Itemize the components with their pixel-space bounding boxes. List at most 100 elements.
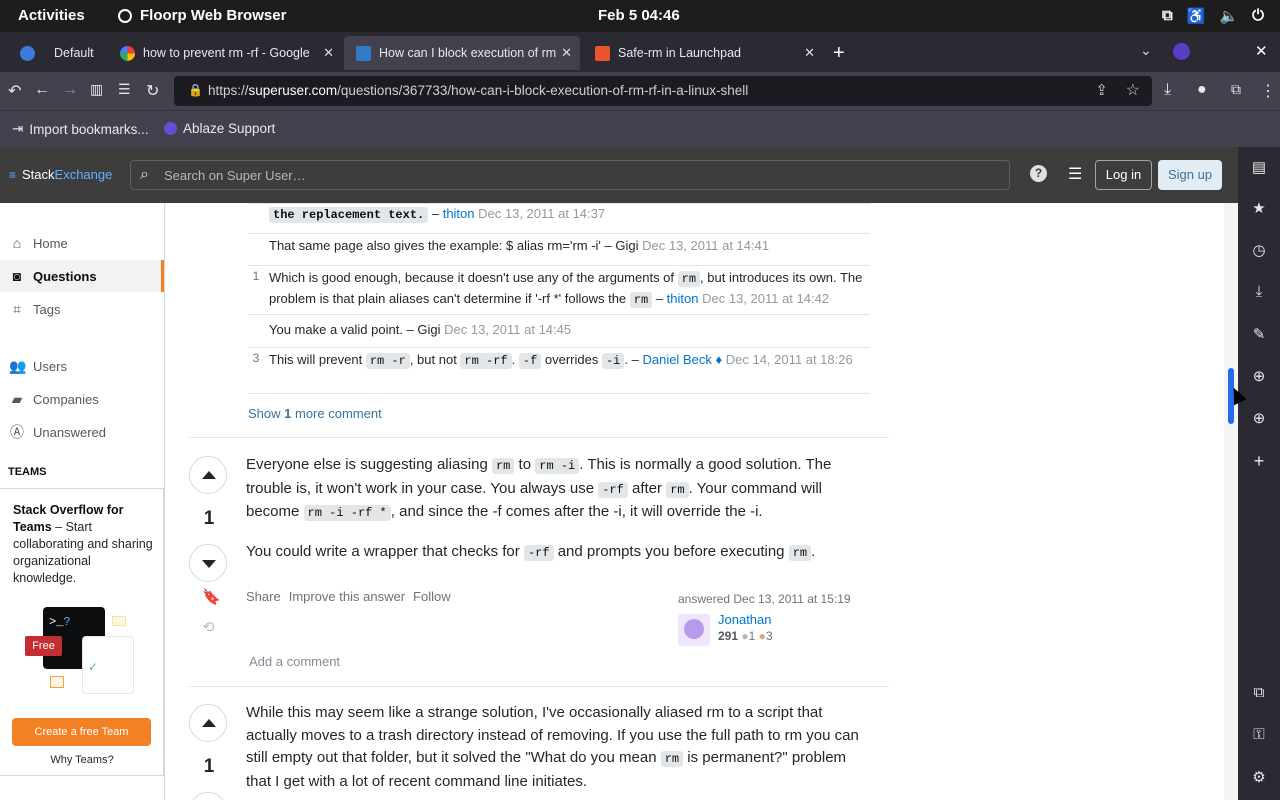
back-arrow-icon[interactable]: ←: [34, 81, 50, 99]
unanswered-icon: Ⓐ: [10, 424, 24, 440]
sidebar-toggle-icon[interactable]: ▥: [90, 81, 103, 98]
panel-add-icon[interactable]: +: [1250, 451, 1268, 471]
menu-kebab-icon[interactable]: ⋮: [1260, 81, 1276, 101]
panel-web-globe-icon-2[interactable]: ⊕: [1250, 409, 1268, 427]
window-close-icon[interactable]: ✕: [1255, 42, 1268, 60]
nav-users[interactable]: 👥 Users: [0, 350, 164, 382]
extensions-icon[interactable]: ⧉: [1231, 81, 1241, 98]
comment-date[interactable]: Dec 13, 2011 at 14:37: [478, 206, 605, 221]
share-icon[interactable]: ⇪: [1095, 81, 1108, 99]
nav-companies[interactable]: ▰ Companies: [0, 383, 164, 415]
url-text[interactable]: https://superuser.com/questions/367733/h…: [208, 83, 748, 98]
panel-web-globe-icon[interactable]: ⊕: [1250, 367, 1268, 385]
teams-promo: Stack Overflow for Teams – Start collabo…: [0, 488, 164, 776]
upvote-arrow-icon[interactable]: [189, 456, 227, 494]
timeline-history-icon[interactable]: ⟲: [202, 618, 215, 636]
nav-tags[interactable]: ⌗ Tags: [0, 293, 164, 325]
new-tab-icon[interactable]: +: [833, 42, 845, 65]
reload-icon[interactable]: ↻: [146, 81, 159, 101]
import-icon: ⇥: [12, 121, 24, 136]
app-menu[interactable]: Floorp Web Browser: [118, 7, 286, 24]
panel-extensions-icon[interactable]: ⧉: [1250, 684, 1268, 702]
close-tab-icon[interactable]: ✕: [561, 45, 572, 61]
tab-launchpad[interactable]: Safe-rm in Launchpad ✕: [583, 36, 823, 70]
nav-unanswered[interactable]: Ⓐ Unanswered: [0, 416, 164, 448]
nav-home[interactable]: ⌂ Home: [0, 227, 164, 259]
tab-google-search[interactable]: how to prevent rm -rf - Google Se ✕: [108, 36, 342, 70]
user-reputation: 291 ●1 ●3: [718, 629, 773, 643]
site-switcher-icon[interactable]: ☰: [1068, 164, 1082, 184]
comment-date[interactable]: Dec 13, 2011 at 14:41: [642, 238, 769, 253]
upvote-arrow-icon[interactable]: [189, 704, 227, 742]
google-favicon-icon: [120, 45, 135, 61]
comment-date[interactable]: Dec 14, 2011 at 18:26: [726, 352, 853, 367]
panel-settings-gear-icon[interactable]: ⚙: [1250, 768, 1268, 786]
comment-date[interactable]: Dec 13, 2011 at 14:45: [444, 322, 571, 337]
post-menu: Share Improve this answer Follow: [246, 589, 451, 604]
system-top-bar: Activities Floorp Web Browser Feb 5 04:4…: [0, 0, 1280, 32]
import-bookmarks-link[interactable]: ⇥ Import bookmarks...: [12, 121, 149, 137]
account-icon[interactable]: ●: [1197, 81, 1207, 99]
clock[interactable]: Feb 5 04:46: [598, 7, 680, 24]
questions-icon: ◙: [12, 268, 22, 284]
stackexchange-logo[interactable]: ≡ StackExchange: [9, 167, 112, 182]
address-bar[interactable]: 🔒 https://superuser.com/questions/367733…: [174, 76, 1152, 106]
improve-answer-link[interactable]: Improve this answer: [289, 589, 405, 604]
answer-paragraph: You could write a wrapper that checks fo…: [246, 542, 816, 561]
comment-user-link[interactable]: Daniel Beck: [642, 352, 711, 367]
panel-bookmarks-manager-icon[interactable]: ▤: [1250, 158, 1268, 176]
answered-timestamp[interactable]: answered Dec 13, 2011 at 15:19: [678, 592, 851, 606]
lock-icon[interactable]: 🔒: [188, 83, 203, 97]
comment-item: the replacement text. – thiton Dec 13, 2…: [248, 203, 870, 234]
panel-notes-pencil-icon[interactable]: ✎: [1250, 325, 1268, 343]
answer-paragraph: While this may seem like a strange solut…: [246, 704, 859, 790]
tab-default[interactable]: Default: [8, 36, 108, 70]
list-all-tabs-chevron-down-icon[interactable]: ⌄: [1140, 42, 1152, 59]
close-tab-icon[interactable]: ✕: [323, 45, 334, 61]
tree-tabs-icon[interactable]: ☰: [118, 81, 131, 98]
floorp-menu-icon[interactable]: [1173, 43, 1190, 60]
comment-user-link[interactable]: thiton: [667, 291, 699, 306]
undo-close-tab-icon[interactable]: ↶: [8, 81, 21, 101]
accessibility-icon: ♿: [1186, 8, 1206, 25]
panel-downloads-icon[interactable]: ⤓: [1250, 283, 1268, 301]
follow-link[interactable]: Follow: [413, 589, 451, 604]
downloads-icon[interactable]: ⤓: [1164, 81, 1171, 99]
forward-arrow-icon[interactable]: →: [62, 81, 78, 99]
panel-bookmarks-star-icon[interactable]: ★: [1250, 199, 1268, 217]
login-button[interactable]: Log in: [1095, 160, 1152, 190]
system-tray[interactable]: ⧉ ♿ 🔈 ⏻: [1162, 7, 1264, 25]
create-free-team-button[interactable]: Create a free Team: [12, 718, 151, 746]
nav-questions[interactable]: ◙ Questions: [0, 260, 164, 292]
navigation-toolbar: ↶ ← → ▥ ☰ ↻ 🔒 https://superuser.com/ques…: [0, 72, 1280, 110]
vote-cell: 1: [189, 456, 229, 582]
activities-button[interactable]: Activities: [18, 7, 85, 24]
add-comment-link[interactable]: Add a comment: [249, 654, 340, 669]
bookmarks-toolbar: ⇥ Import bookmarks... Ablaze Support: [0, 110, 1280, 147]
help-icon[interactable]: ?: [1030, 165, 1047, 182]
panel-history-icon[interactable]: ◷: [1250, 241, 1268, 259]
comment-date[interactable]: Dec 13, 2011 at 14:42: [702, 291, 829, 306]
users-icon: 👥: [9, 357, 27, 374]
user-name-link[interactable]: Jonathan: [718, 612, 772, 627]
site-header: ≡ StackExchange ⌕ Search on Super User… …: [0, 147, 1238, 203]
signup-button[interactable]: Sign up: [1158, 160, 1222, 190]
page-scrollbar[interactable]: [1224, 203, 1238, 800]
panel-key-icon[interactable]: ⚿: [1250, 726, 1268, 744]
share-link[interactable]: Share: [246, 589, 281, 604]
comment-user-link[interactable]: thiton: [443, 206, 475, 221]
main-content: the replacement text. – thiton Dec 13, 2…: [165, 203, 1224, 800]
why-teams-link[interactable]: Why Teams?: [0, 754, 164, 766]
site-search-input[interactable]: ⌕ Search on Super User…: [130, 160, 1010, 190]
teams-description: Stack Overflow for Teams – Start collabo…: [13, 503, 153, 585]
downvote-arrow-icon[interactable]: [189, 544, 227, 582]
avatar[interactable]: [678, 614, 710, 646]
show-more-comments-link[interactable]: Show 1 more comment: [248, 406, 382, 421]
downvote-arrow-icon[interactable]: [189, 792, 227, 800]
bookmark-star-icon[interactable]: ☆: [1126, 80, 1140, 100]
answer-divider: [189, 437, 889, 438]
tab-superuser[interactable]: How can I block execution of rm - ✕: [344, 36, 580, 70]
ablaze-support-link[interactable]: Ablaze Support: [164, 121, 275, 136]
close-tab-icon[interactable]: ✕: [804, 45, 815, 61]
bookmark-icon[interactable]: 🔖: [202, 588, 221, 606]
